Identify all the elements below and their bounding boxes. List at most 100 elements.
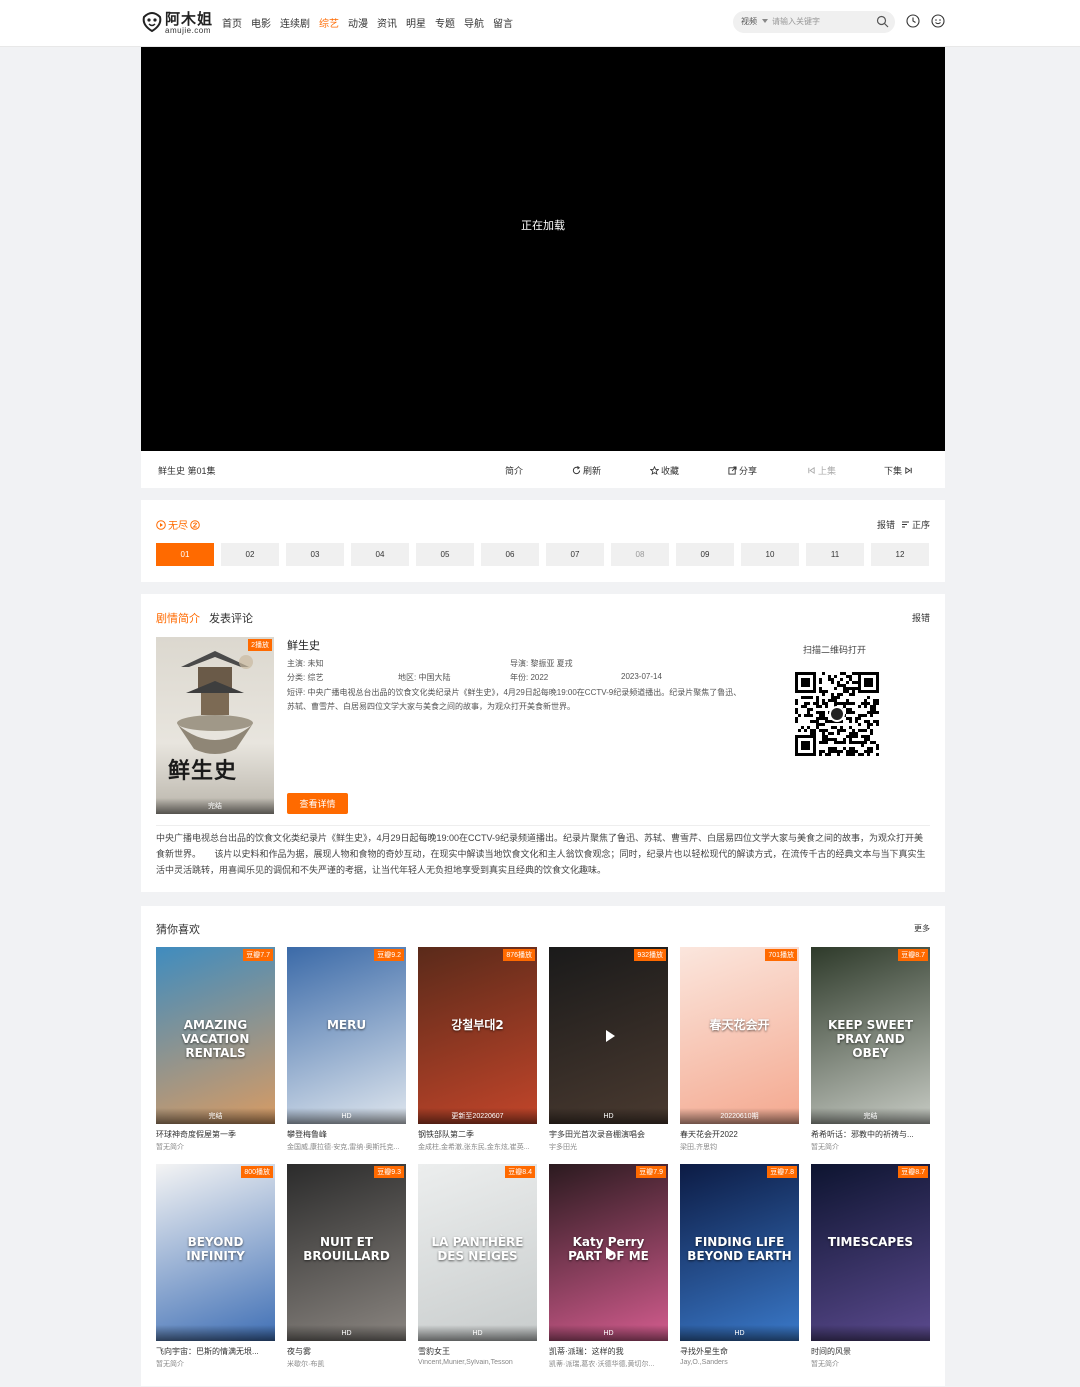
video-player[interactable]: 正在加载 xyxy=(141,47,945,451)
card-poster[interactable]: Katy Perry PART OF ME 豆瓣7.9 HD xyxy=(549,1164,668,1341)
sort-button[interactable]: 正序 xyxy=(901,518,930,531)
card-badge: 876播放 xyxy=(503,949,535,961)
search-box[interactable]: 视频 请输入关键字 xyxy=(733,11,895,33)
card-poster[interactable]: NUIT ET BROUILLARD 豆瓣9.3 HD xyxy=(287,1164,406,1341)
nav-item[interactable]: 资讯 xyxy=(377,15,397,30)
recommend-panel: 猜你喜欢 更多 AMAZING VACATION RENTALS 豆瓣7.7 完结环… xyxy=(141,906,945,1386)
card-poster[interactable]: MERU 豆瓣9.2 HD xyxy=(287,947,406,1124)
recommend-card[interactable]: AMAZING VACATION RENTALS 豆瓣7.7 完结环球神奇度假屋第一… xyxy=(156,947,275,1152)
prev-episode-button[interactable]: 上集 xyxy=(807,464,836,477)
nav-item[interactable]: 综艺 xyxy=(319,15,339,30)
card-poster[interactable]: LA PANTHÈRE DES NEIGES 豆瓣8.4 HD xyxy=(418,1164,537,1341)
report-link[interactable]: 报错 xyxy=(877,518,895,531)
card-subtitle: 金成柱,金希澈,张东民,金东炫,崔英... xyxy=(418,1144,530,1151)
nav-item[interactable]: 专题 xyxy=(435,15,455,30)
recommend-card[interactable]: KEEP SWEET PRAY AND OBEY 豆瓣8.7 完结希希听话：邪教中的… xyxy=(811,947,930,1152)
episode-button[interactable]: 03 xyxy=(286,543,344,566)
nav-item[interactable]: 导航 xyxy=(464,15,484,30)
episode-button[interactable]: 04 xyxy=(351,543,409,566)
history-icon[interactable] xyxy=(906,14,920,28)
director: 导演: 黎振亚 夏戎 xyxy=(510,659,573,668)
poster-title-text: AMAZING VACATION RENTALS xyxy=(181,1017,250,1060)
recommend-card[interactable]: 932播放 HD 宇多田光首次录音棚演唱会 宇多田光 xyxy=(549,947,668,1152)
card-title[interactable]: 钢铁部队第二季 xyxy=(418,1129,537,1140)
search-input[interactable]: 请输入关键字 xyxy=(772,16,820,27)
nav-item[interactable]: 首页 xyxy=(222,15,242,30)
recommend-card[interactable]: FINDING LIFE BEYOND EARTH 豆瓣7.8 HD 寻找外星生命 Ja… xyxy=(680,1164,799,1366)
refresh-button[interactable]: 刷新 xyxy=(572,464,601,477)
tab-comment[interactable]: 发表评论 xyxy=(209,610,253,626)
card-subtitle: 暂无简介 xyxy=(156,1361,184,1368)
tab-plot[interactable]: 剧情简介 xyxy=(156,610,200,626)
recommend-card[interactable]: BEYOND INFINITY 800播放飞向宇宙：巴斯的情满无垠... 暂无简介 xyxy=(156,1164,275,1369)
recommend-card[interactable]: LA PANTHÈRE DES NEIGES 豆瓣8.4 HD 雪豹女王 Vincent… xyxy=(418,1164,537,1366)
user-icon[interactable] xyxy=(931,14,945,28)
search-category[interactable]: 视频 xyxy=(741,16,757,27)
site-logo[interactable]: 阿木姐 amujie.com xyxy=(141,7,216,37)
next-episode-button[interactable]: 下集 xyxy=(884,464,913,477)
nav-item[interactable]: 连续剧 xyxy=(280,15,310,30)
nav-item[interactable]: 电影 xyxy=(251,15,271,30)
show-poster[interactable]: 2播放 鲜生史 完结 xyxy=(156,637,274,814)
more-link[interactable]: 更多 xyxy=(914,923,930,934)
favorite-button[interactable]: 收藏 xyxy=(650,464,679,477)
card-title[interactable]: 攀登梅鲁峰 xyxy=(287,1129,406,1140)
play-icon[interactable] xyxy=(599,1243,619,1263)
episode-button[interactable]: 08 xyxy=(611,543,669,566)
view-detail-button[interactable]: 查看详情 xyxy=(287,793,348,814)
episode-button[interactable]: 11 xyxy=(806,543,864,566)
nav-item[interactable]: 动漫 xyxy=(348,15,368,30)
nav-item[interactable]: 留言 xyxy=(493,15,513,30)
nav-item[interactable]: 明星 xyxy=(406,15,426,30)
card-title[interactable]: 寻找外星生命 xyxy=(680,1346,799,1357)
card-title[interactable]: 希希听话：邪教中的祈祷与... xyxy=(811,1129,930,1140)
card-poster[interactable]: KEEP SWEET PRAY AND OBEY 豆瓣8.7 完结 xyxy=(811,947,930,1124)
card-poster[interactable]: 春天花会开 701播放 20220610期 xyxy=(680,947,799,1124)
poster-title-text: 강철부대2 xyxy=(451,1017,504,1032)
episode-button[interactable]: 09 xyxy=(676,543,734,566)
episode-button[interactable]: 06 xyxy=(481,543,539,566)
card-poster[interactable]: AMAZING VACATION RENTALS 豆瓣7.7 完结 xyxy=(156,947,275,1124)
card-title[interactable]: 凯蒂·派瑞：这样的我 xyxy=(549,1346,668,1357)
card-status: HD xyxy=(549,1108,668,1124)
card-title[interactable]: 飞向宇宙：巴斯的情满无垠... xyxy=(156,1346,275,1357)
recommend-card[interactable]: NUIT ET BROUILLARD 豆瓣9.3 HD 夜与雾 米歇尔·布凯 xyxy=(287,1164,406,1369)
recommend-card[interactable]: TIMESCAPES 豆瓣8.7 时间的风景 暂无简介 xyxy=(811,1164,930,1369)
card-poster[interactable]: TIMESCAPES 豆瓣8.7 xyxy=(811,1164,930,1341)
short-review: 短评: 中央广播电视总台出品的饮食文化类纪录片《鲜生史》，4月29日起每晚19:… xyxy=(287,688,742,711)
episode-button[interactable]: 12 xyxy=(871,543,929,566)
intro-button[interactable]: 简介 xyxy=(505,464,523,477)
card-title[interactable]: 雪豹女王 xyxy=(418,1346,537,1357)
poster-title-text: LA PANTHÈRE DES NEIGES xyxy=(431,1234,524,1263)
episode-button[interactable]: 02 xyxy=(221,543,279,566)
episode-button[interactable]: 05 xyxy=(416,543,474,566)
chevron-down-icon[interactable] xyxy=(762,19,768,23)
card-poster[interactable]: 932播放 HD xyxy=(549,947,668,1124)
card-status: 完结 xyxy=(156,1108,275,1124)
card-title[interactable]: 宇多田光首次录音棚演唱会 xyxy=(549,1129,668,1140)
card-title[interactable]: 春天花会开2022 xyxy=(680,1129,799,1140)
card-badge: 豆瓣8.4 xyxy=(505,1166,535,1178)
episode-button[interactable]: 07 xyxy=(546,543,604,566)
recommend-card[interactable]: 春天花会开 701播放 20220610期 春天花会开2022 梁田,齐思钧 xyxy=(680,947,799,1152)
episode-button[interactable]: 10 xyxy=(741,543,799,566)
recommend-card[interactable]: Katy Perry PART OF ME 豆瓣7.9 HD 凯蒂·派瑞：这样的我凯蒂… xyxy=(549,1164,668,1369)
card-title[interactable]: 环球神奇度假屋第一季 xyxy=(156,1129,275,1140)
search-icon[interactable] xyxy=(876,15,889,28)
episode-button[interactable]: 01 xyxy=(156,543,214,566)
card-title[interactable]: 时间的风景 xyxy=(811,1346,930,1357)
share-button[interactable]: 分享 xyxy=(728,464,757,477)
play-icon[interactable] xyxy=(599,1026,619,1046)
card-poster[interactable]: FINDING LIFE BEYOND EARTH 豆瓣7.8 HD xyxy=(680,1164,799,1341)
source-tab[interactable]: 无尽 xyxy=(156,517,200,532)
card-subtitle: 凯蒂·派瑞,葛农·沃德华德,黄切尔... xyxy=(549,1361,655,1368)
recommend-heading: 猜你喜欢 xyxy=(156,924,200,936)
card-badge: 豆瓣9.3 xyxy=(374,1166,404,1178)
card-subtitle: Jay,O.,Sanders xyxy=(680,1359,728,1366)
recommend-card[interactable]: 강철부대2 876播放 更新至20220607 钢铁部队第二季 金成柱,金希澈,张东民,… xyxy=(418,947,537,1152)
card-poster[interactable]: 강철부대2 876播放 更新至20220607 xyxy=(418,947,537,1124)
report-link[interactable]: 报错 xyxy=(912,611,930,624)
card-title[interactable]: 夜与雾 xyxy=(287,1346,406,1357)
recommend-card[interactable]: MERU 豆瓣9.2 HD 攀登梅鲁峰 金国威,康拉德·安克,雷纳·奥斯托克... xyxy=(287,947,406,1152)
card-poster[interactable]: BEYOND INFINITY 800播放 xyxy=(156,1164,275,1341)
